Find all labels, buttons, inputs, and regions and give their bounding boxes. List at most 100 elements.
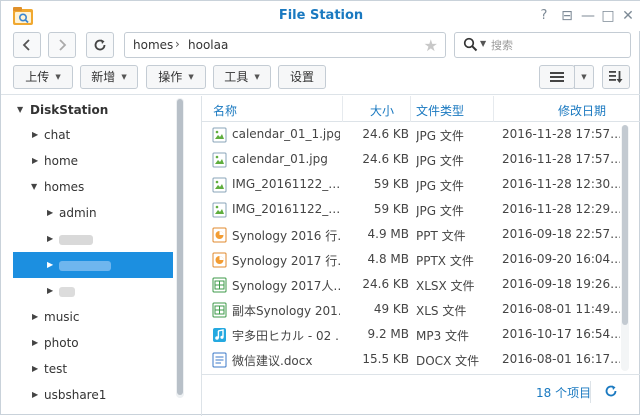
sidebar-scrollbar-thumb[interactable] [177,99,183,395]
tree-item-home[interactable]: ▶ home [1,148,187,174]
file-row[interactable]: IMG_20161122_… 59 KB JPG 文件 2016-11-28 12:3… [202,173,622,198]
action-button[interactable]: 操作 ▼ [146,65,206,89]
expand-right-icon[interactable]: ▶ [47,200,53,226]
tree-item-redacted-1[interactable]: ▶ [1,226,187,252]
column-header-type[interactable]: 文件类型 [416,102,464,119]
file-row[interactable]: calendar_01_1.jpg 24.6 KB JPG 文件 2016-11-28… [202,123,622,148]
file-type-cell: DOCX 文件 [416,354,480,368]
back-button[interactable] [13,32,41,58]
file-name-cell: 副本Synology 201… [232,304,340,318]
expand-right-icon[interactable]: ▶ [32,330,38,356]
column-header-name[interactable]: 名称 [213,102,237,119]
navigation-bar: homes › hoolaa ★ ▼ [1,31,640,63]
expand-right-icon[interactable]: ▶ [47,252,53,278]
file-name-cell: Synology 2016 行… [232,229,340,243]
chevron-down-icon: ▼ [121,73,127,81]
file-row[interactable]: Synology 2017人… 24.6 KB XLSX 文件 2016-09-18 … [202,273,622,298]
file-name-cell: 宇多田ヒカル - 02 … [232,329,340,343]
file-name-cell: Synology 2017人… [232,279,340,293]
tree-item-selected-user[interactable]: ▶ [13,252,173,278]
file-modified-cell: 2016-08-01 16:17… [502,352,620,366]
file-modified-cell: 2016-09-18 19:26… [502,277,620,291]
sort-button[interactable] [602,65,630,89]
search-options-caret-icon[interactable]: ▼ [480,39,486,48]
search-input[interactable] [491,37,621,53]
breadcrumb-homes[interactable]: homes [133,38,173,52]
tree-item-usbshare1[interactable]: ▶ usbshare1 [1,382,187,408]
file-row[interactable]: 微信建议.docx 15.5 KB DOCX 文件 2016-08-01 16:17… [202,348,622,373]
forward-button[interactable] [48,32,76,58]
favorite-star-icon[interactable]: ★ [424,36,438,55]
file-row[interactable]: Synology 2016 行… 4.9 MB PPT 文件 2016-09-18 2… [202,223,622,248]
expand-right-icon[interactable]: ▶ [47,226,53,252]
file-row[interactable]: calendar_01.jpg 24.6 KB JPG 文件 2016-11-28 1… [202,148,622,173]
tree-item-chat[interactable]: ▶ chat [1,122,187,148]
expand-right-icon[interactable]: ▶ [32,304,38,330]
file-type-cell: JPG 文件 [416,154,464,168]
column-divider[interactable] [342,96,343,122]
chevron-down-icon: ▼ [581,73,587,81]
column-divider[interactable] [493,96,494,122]
close-icon[interactable]: ✕ [619,7,637,25]
file-size-cell: 9.2 MB [367,327,409,341]
tree-item-photo[interactable]: ▶ photo [1,330,187,356]
breadcrumb-hoolaa[interactable]: hoolaa [188,38,228,52]
path-bar[interactable]: homes › hoolaa ★ [124,32,446,58]
help-icon[interactable]: ? [535,7,553,25]
refresh-button[interactable] [86,32,114,58]
file-name-cell: calendar_01_1.jpg [232,127,340,141]
tree-item-redacted-2[interactable]: ▶ [1,278,187,304]
tree-item-admin[interactable]: ▶ admin [1,200,187,226]
blurred-text [59,260,111,271]
file-modified-cell: 2016-11-28 12:30… [502,177,620,191]
file-row[interactable]: Synology 2017 行… 4.8 MB PPTX 文件 2016-09-20 … [202,248,622,273]
tree-item-label: chat [44,128,71,142]
tree-item-label: homes [44,180,85,194]
new-label: 新增 [91,70,116,84]
expand-right-icon[interactable]: ▶ [32,356,38,382]
tree-item-label: usbshare1 [44,388,107,402]
tree-item-test[interactable]: ▶ test [1,356,187,382]
new-button[interactable]: 新增 ▼ [80,65,138,89]
tools-button[interactable]: 工具 ▼ [213,65,271,89]
tree-root-diskstation[interactable]: ▼ DiskStation [1,97,187,123]
file-size-cell: 59 KB [373,202,409,216]
file-type-cell: MP3 文件 [416,329,470,343]
blurred-text [59,286,75,297]
file-type-cell: JPG 文件 [416,129,464,143]
expand-right-icon[interactable]: ▶ [32,382,38,408]
file-row[interactable]: 副本Synology 201… 49 KB XLS 文件 2016-08-01 11:… [202,298,622,323]
view-mode-dropdown[interactable]: ▼ [574,65,594,89]
file-size-cell: 4.8 MB [367,252,409,266]
maximize-icon[interactable]: □ [599,7,617,25]
expand-right-icon[interactable]: ▶ [47,278,53,304]
view-mode-button[interactable] [539,65,575,89]
minimize-icon[interactable]: — [579,7,597,25]
file-size-cell: 4.9 MB [367,227,409,241]
file-list-scrollbar-thumb[interactable] [622,125,628,325]
tree-item-music[interactable]: ▶ music [1,304,187,330]
tree-item-label: admin [59,206,97,220]
status-bar: 18 个项目 [202,374,640,414]
column-header-modified[interactable]: 修改日期 [558,102,606,119]
expand-down-icon[interactable]: ▼ [31,174,37,200]
column-header-size[interactable]: 大小 [370,102,394,119]
file-row[interactable]: IMG_20161122_… 59 KB JPG 文件 2016-11-28 12:2… [202,198,622,223]
tree-item-homes[interactable]: ▼ homes [1,174,187,200]
ppt-file-icon [212,227,227,243]
expand-right-icon[interactable]: ▶ [32,122,38,148]
settings-button[interactable]: 设置 [278,65,326,89]
file-type-cell: XLS 文件 [416,304,467,318]
search-box[interactable]: ▼ [454,32,631,58]
refresh-list-icon[interactable] [604,384,618,398]
expand-down-icon[interactable]: ▼ [17,97,23,123]
pin-window-icon[interactable]: ⊟ [558,7,576,25]
expand-right-icon[interactable]: ▶ [32,148,38,174]
column-divider[interactable] [410,96,411,122]
file-size-cell: 24.6 KB [362,127,409,141]
file-row[interactable]: 宇多田ヒカル - 02 … 9.2 MB MP3 文件 2016-10-17 16:5… [202,323,622,348]
upload-button[interactable]: 上传 ▼ [13,65,73,89]
item-count: 18 个项目 [536,386,592,400]
tree-item-label: photo [44,336,79,350]
search-icon[interactable] [463,37,478,52]
